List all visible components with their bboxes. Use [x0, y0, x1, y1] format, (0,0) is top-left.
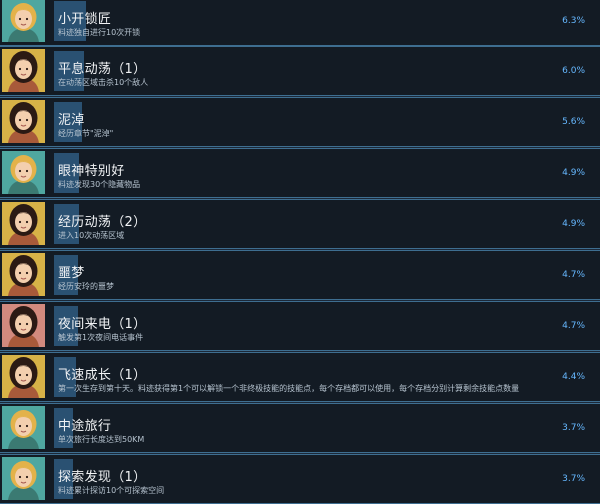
unlock-percent: 4.9% — [562, 168, 585, 178]
unlock-percent: 6.3% — [562, 16, 585, 26]
achievement-description: 经历安玲的噩梦 — [58, 282, 114, 291]
dark-hair-girl-avatar-icon — [2, 202, 45, 245]
dark-hair-girl-avatar-icon — [2, 253, 45, 296]
achievement-title: 噩梦 — [58, 266, 85, 281]
achievement-row[interactable]: 泥淖 经历章节"泥淖" 5.6% — [0, 97, 600, 147]
achievement-description: 料迹发现30个隐藏物品 — [58, 180, 141, 189]
achievement-row[interactable]: 探索发现（1） 料迹累计探访10个可探索空间 3.7% — [0, 454, 600, 504]
achievement-row[interactable]: 平息动荡（1） 在动荡区域击杀10个敌人 6.0% — [0, 46, 600, 96]
dark-hair-girl-avatar-icon — [2, 49, 45, 92]
unlock-percent: 4.7% — [562, 321, 585, 331]
achievement-title: 平息动荡（1） — [58, 62, 147, 77]
dark-hair-girl-avatar-icon — [2, 355, 45, 398]
achievement-description: 在动荡区域击杀10个敌人 — [58, 78, 149, 87]
achievement-description: 单次旅行长度达到50KM — [58, 435, 145, 444]
achievement-row[interactable]: 飞速成长（1） 第一次生存到第十天。料迹获得第1个可以解锁一个非终极技能的技能点，… — [0, 352, 600, 402]
achievement-title: 探索发现（1） — [58, 470, 147, 485]
achievement-row[interactable]: 中途旅行 单次旅行长度达到50KM 3.7% — [0, 403, 600, 453]
achievement-list: 小开锁匠 料迹独自进行10次开锁 6.3% 平息动荡（1） 在动荡区域击杀10个敌人 6… — [0, 0, 600, 504]
achievement-description: 料迹独自进行10次开锁 — [58, 28, 141, 37]
dark-hair-girl-avatar-icon — [2, 100, 45, 143]
achievement-row[interactable]: 眼神特别好 料迹发现30个隐藏物品 4.9% — [0, 148, 600, 198]
achievement-title: 眼神特别好 — [58, 164, 125, 179]
achievement-title: 飞速成长（1） — [58, 368, 147, 383]
blonde-girl-avatar-icon — [2, 406, 45, 449]
achievement-row[interactable]: 小开锁匠 料迹独自进行10次开锁 6.3% — [0, 0, 600, 46]
achievement-description: 料迹累计探访10个可探索空间 — [58, 486, 165, 495]
achievement-row[interactable]: 经历动荡（2） 进入10次动荡区域 4.9% — [0, 199, 600, 249]
achievement-title: 夜间来电（1） — [58, 317, 147, 332]
unlock-percent: 5.6% — [562, 117, 585, 127]
blonde-girl-avatar-icon — [2, 151, 45, 194]
achievement-row[interactable]: 噩梦 经历安玲的噩梦 4.7% — [0, 250, 600, 300]
achievement-description: 进入10次动荡区域 — [58, 231, 125, 240]
achievement-title: 小开锁匠 — [58, 12, 112, 27]
unlock-percent: 3.7% — [562, 474, 585, 484]
unlock-percent: 4.7% — [562, 270, 585, 280]
achievement-description: 经历章节"泥淖" — [58, 129, 114, 138]
achievement-description: 触发第1次夜间电话事件 — [58, 333, 144, 342]
achievement-title: 经历动荡（2） — [58, 215, 147, 230]
blonde-girl-avatar-icon — [2, 0, 45, 42]
dark-hair-girl-avatar-icon — [2, 304, 45, 347]
achievement-description: 第一次生存到第十天。料迹获得第1个可以解锁一个非终极技能的技能点，每个存档都可以… — [58, 384, 520, 393]
achievement-title: 中途旅行 — [58, 419, 112, 434]
achievement-row[interactable]: 夜间来电（1） 触发第1次夜间电话事件 4.7% — [0, 301, 600, 351]
unlock-percent: 4.9% — [562, 219, 585, 229]
unlock-percent: 6.0% — [562, 66, 585, 76]
unlock-percent: 3.7% — [562, 423, 585, 433]
blonde-girl-avatar-icon — [2, 457, 45, 500]
unlock-percent: 4.4% — [562, 372, 585, 382]
achievement-title: 泥淖 — [58, 113, 85, 128]
